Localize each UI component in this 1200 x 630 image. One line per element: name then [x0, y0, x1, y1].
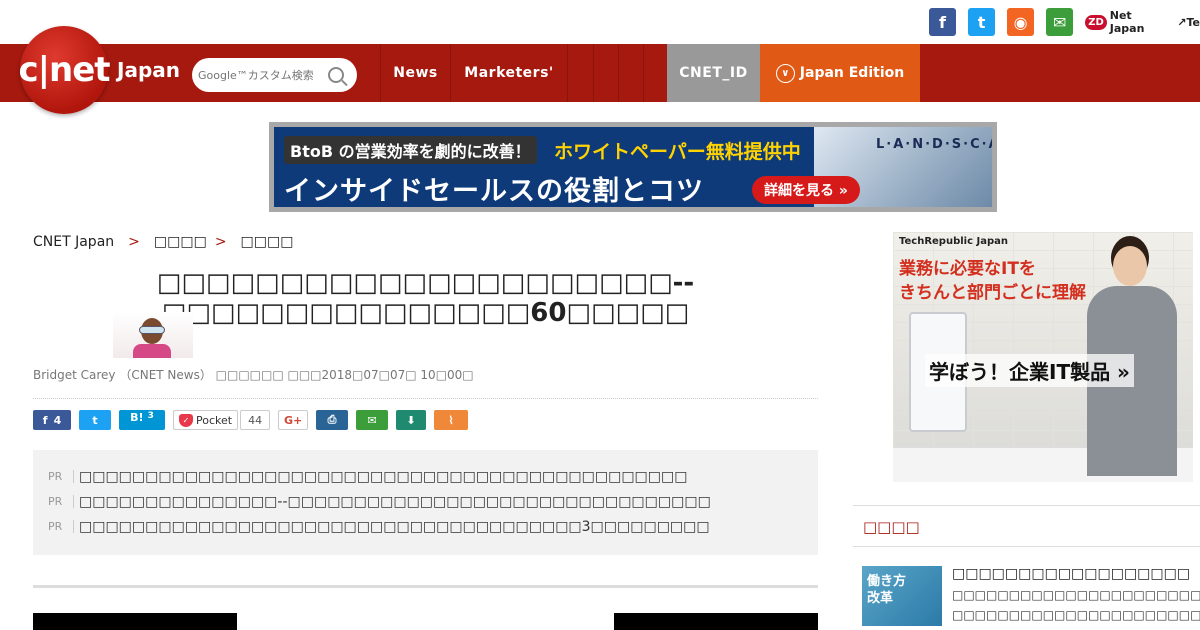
- techrepublic-icon: ↗: [1177, 15, 1187, 29]
- banner-tag: BtoB の営業効率を劇的に改善！: [284, 136, 537, 164]
- pr-tag: PR: [48, 520, 74, 533]
- article-thumbnail: [113, 312, 193, 358]
- facebook-icon: f: [42, 413, 48, 427]
- breadcrumb-separator: >: [214, 234, 227, 250]
- cnet-id-button[interactable]: CNET_ID: [667, 44, 760, 102]
- facebook-share-count: 4: [53, 413, 62, 427]
- facebook-share-button[interactable]: f 4: [33, 410, 71, 430]
- search-box[interactable]: [192, 58, 357, 92]
- pocket-count: 44: [240, 410, 271, 430]
- edition-selector[interactable]: ∨ Japan Edition: [760, 44, 920, 102]
- nav-marketers[interactable]: Marketers': [450, 44, 567, 102]
- breadcrumb-level1[interactable]: □□□□: [154, 234, 207, 250]
- google-plus-button[interactable]: G+: [278, 410, 309, 430]
- paperclip-icon: ⌇: [448, 413, 454, 427]
- search-input[interactable]: [198, 68, 328, 82]
- banner-brand: L·A·N·D·S·C·A·P·E: [876, 137, 992, 152]
- pocket-button[interactable]: ✓ Pocket: [173, 410, 239, 430]
- sidebar-item-summary: □□□□□□□□□□□□□□□□□□□□□□: [952, 588, 1200, 602]
- divider: [33, 585, 818, 588]
- sidebar-ad-line1: 業務に必要なITを: [899, 259, 1036, 279]
- sidebar-section-header: □□□□: [853, 505, 1200, 547]
- pr-tag: PR: [48, 470, 74, 483]
- share-bar: f 4 t B! 3 ✓ Pocket 44 G+ ⎙ ✉ ⬇ ⌇: [33, 410, 469, 430]
- hatena-count: 3: [147, 411, 154, 421]
- breadcrumb-separator: >: [128, 234, 140, 250]
- pocket-label: Pocket: [196, 413, 233, 427]
- edition-label: Japan Edition: [799, 65, 905, 81]
- zdnet-logo: ZD: [1085, 14, 1107, 30]
- pocket-icon: ✓: [179, 413, 193, 427]
- article-byline: Bridget Carey （CNET News） □□□□□□ □□□2018…: [33, 368, 474, 382]
- pr-links-box: PR □□□□□□□□□□□□□□□□□□□□□□□□□□□□□□□□□□□□□…: [33, 450, 818, 555]
- print-button[interactable]: ⎙: [316, 410, 349, 430]
- sidebar-item-summary: □□□□□□□□□□□□□□□□□□□□□□: [952, 608, 1200, 622]
- pr-link[interactable]: PR □□□□□□□□□□□□□□□□□□□□□□□□□□□□□□□□□□□□□…: [48, 464, 803, 489]
- cnet-logo[interactable]: c|net: [18, 26, 111, 114]
- techrepublic-link[interactable]: ↗ Te: [1177, 16, 1200, 29]
- breadcrumb-level2[interactable]: □□□□: [241, 234, 294, 250]
- hatena-icon: B!: [130, 411, 144, 424]
- nav-item-3[interactable]: [567, 44, 593, 102]
- sidebar-ad-cta[interactable]: 学ぼう！企業IT製品 »: [925, 354, 1134, 387]
- pr-tag: PR: [48, 495, 74, 508]
- breadcrumb: CNET Japan > □□□□ > □□□□: [33, 234, 293, 250]
- sidebar-item-title[interactable]: □□□□□□□□□□□□□□□□□□: [952, 566, 1190, 582]
- sidebar-ad[interactable]: TechRepublic Japan 業務に必要なITを きちんと部門ごとに理解…: [893, 232, 1193, 482]
- banner-ad[interactable]: L·A·N·D·S·C·A·P·E BtoB の営業効率を劇的に改善！ ホワイト…: [269, 122, 997, 212]
- clip-button[interactable]: ⌇: [434, 410, 469, 430]
- rss-icon[interactable]: ◉: [1007, 8, 1035, 36]
- banner-headline: インサイドセールスの役割とコツ: [284, 176, 704, 207]
- mail-share-button[interactable]: ✉: [356, 410, 389, 430]
- social-links: f t ◉ ✉ ZD Net Japan ↗ Te: [929, 8, 1200, 36]
- twitter-share-button[interactable]: t: [79, 410, 111, 430]
- mail-icon: ✉: [367, 413, 377, 427]
- content-image-right: [614, 613, 818, 630]
- thumbnail-goggles: [139, 326, 165, 334]
- twitter-icon: t: [92, 413, 98, 427]
- sidebar-ad-brand: TechRepublic Japan: [899, 236, 1008, 247]
- top-bar: f t ◉ ✉ ZD Net Japan ↗ Te: [0, 0, 1200, 44]
- sidebar-section-title: □□□□: [863, 518, 920, 536]
- print-icon: ⎙: [327, 413, 337, 426]
- pr-link-text: □□□□□□□□□□□□□□□□□□□□□□□□□□□□□□□□□□□□□□3□…: [79, 518, 710, 535]
- facebook-icon[interactable]: f: [929, 8, 957, 36]
- twitter-icon[interactable]: t: [968, 8, 996, 36]
- divider: [33, 398, 818, 399]
- nav-links: News Marketers': [380, 44, 667, 102]
- pr-link-text: □□□□□□□□□□□□□□□--□□□□□□□□□□□□□□□□□□□□□□□…: [79, 493, 711, 510]
- sidebar-item-thumbnail[interactable]: 働き方 改革: [862, 566, 942, 626]
- breadcrumb-home[interactable]: CNET Japan: [33, 234, 114, 250]
- zdnet-label: Net Japan: [1109, 9, 1145, 35]
- techrepublic-label: Te: [1186, 15, 1200, 29]
- content-image-left: [33, 613, 237, 630]
- chevron-down-icon: ∨: [775, 63, 795, 83]
- nav-news[interactable]: News: [380, 44, 450, 102]
- person-face: [1113, 246, 1147, 286]
- download-icon: ⬇: [406, 413, 416, 427]
- thumbnail-body: [133, 344, 171, 358]
- hatena-bookmark-button[interactable]: B! 3: [119, 410, 165, 430]
- pr-link-text: □□□□□□□□□□□□□□□□□□□□□□□□□□□□□□□□□□□□□□□□…: [79, 468, 688, 485]
- mail-icon[interactable]: ✉: [1046, 8, 1074, 36]
- banner-cta-button[interactable]: 詳細を見る »: [752, 176, 860, 204]
- banner-highlight: ホワイトペーパー無料提供中: [554, 141, 801, 163]
- pr-link[interactable]: PR □□□□□□□□□□□□□□□□□□□□□□□□□□□□□□□□□□□□□…: [48, 514, 803, 539]
- search-icon[interactable]: [328, 67, 344, 83]
- zdnet-link[interactable]: ZD Net Japan: [1085, 9, 1167, 35]
- nav-item-6[interactable]: [643, 44, 667, 102]
- pr-link[interactable]: PR □□□□□□□□□□□□□□□--□□□□□□□□□□□□□□□□□□□□…: [48, 489, 803, 514]
- logo-japan-label: Japan: [117, 58, 180, 82]
- sidebar-ad-line2: きちんと部門ごとに理解: [899, 283, 1086, 303]
- banner-ad-content: L·A·N·D·S·C·A·P·E BtoB の営業効率を劇的に改善！ ホワイト…: [274, 127, 992, 207]
- nav-item-5[interactable]: [618, 44, 643, 102]
- save-button[interactable]: ⬇: [396, 410, 427, 430]
- nav-item-4[interactable]: [593, 44, 618, 102]
